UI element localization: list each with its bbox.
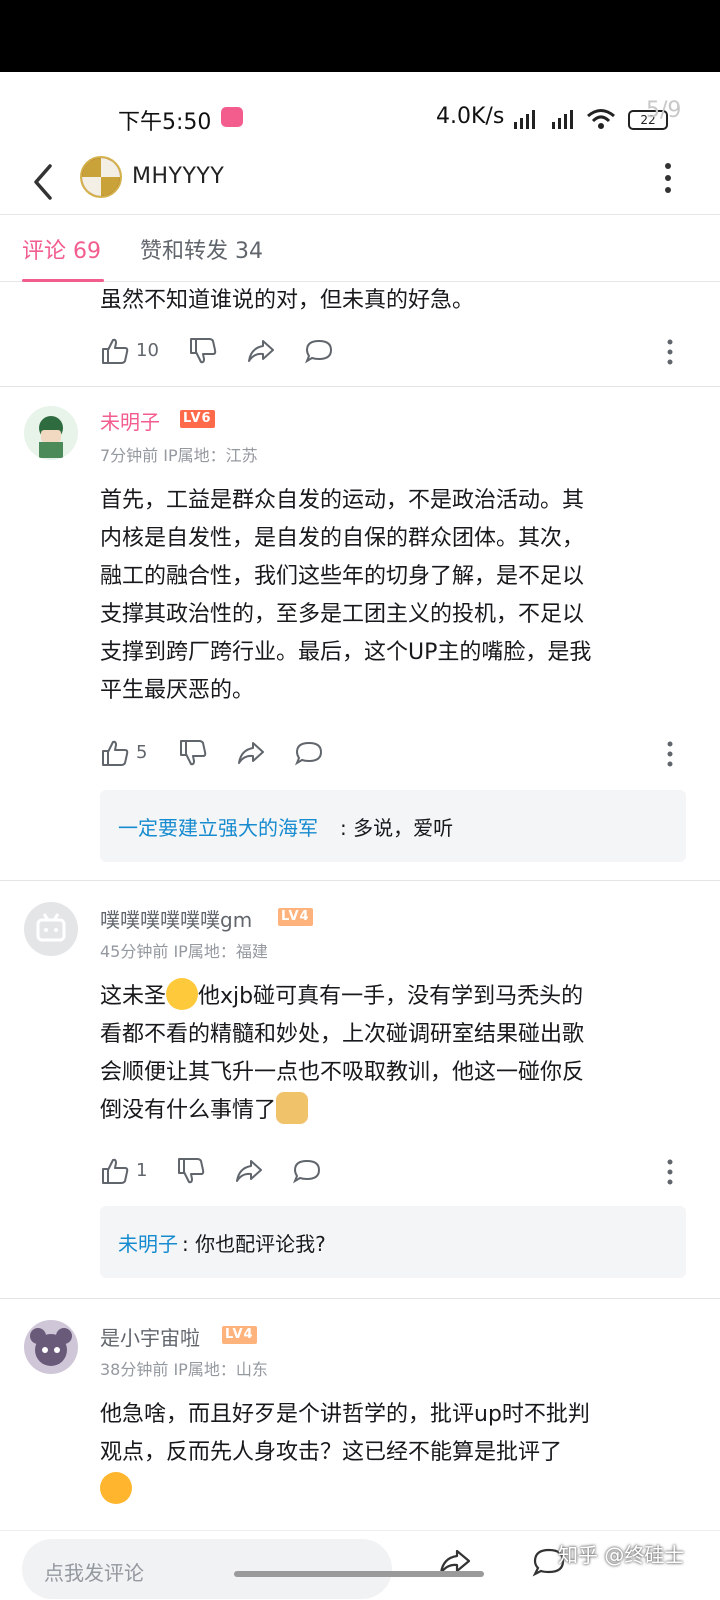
sub-reply[interactable]: 未明子 : 你也配评论我? [100, 1206, 686, 1278]
comment-more-icon[interactable] [666, 338, 674, 366]
comment-text: 虽然不知道谁说的对，但未真的好急。 [100, 288, 475, 313]
commenter-name[interactable]: 噗噗噗噗噗噗gm [100, 904, 252, 933]
like-icon[interactable] [100, 738, 130, 768]
level-badge: LV6 [180, 410, 215, 428]
comment-line: 看都不看的精髓和妙处，上次碰调研室结果碰出歌 [100, 1022, 585, 1047]
top-black-bar [0, 0, 720, 72]
reply-author[interactable]: 未明子 [118, 1228, 178, 1257]
comment-line [100, 1472, 700, 1510]
sub-reply[interactable]: 一定要建立强大的海军 : 多说，爱听 [100, 790, 686, 862]
reply-icon[interactable] [292, 1156, 322, 1186]
commenter-avatar[interactable] [24, 1320, 78, 1374]
tab-likes-reposts[interactable]: 赞和转发 34 [140, 233, 263, 265]
signal-icon-2 [552, 110, 573, 129]
home-indicator[interactable] [234, 1571, 484, 1577]
reply-text: : 多说，爱听 [340, 816, 454, 840]
comment-input[interactable]: 点我发评论 [22, 1539, 392, 1599]
comment-actions: 1 [100, 1156, 690, 1190]
comment-meta: 45分钟前 IP属地：福建 [100, 942, 268, 961]
comment-fragment: 他xjb碰可真有一手，没有学到马秃头的 [198, 984, 584, 1009]
angry-emoji-icon [100, 1472, 132, 1504]
comment-line: 内核是自发性，是自发的自保的群众团体。其次， [100, 526, 585, 551]
level-badge: LV4 [222, 1326, 257, 1344]
comment-line: 平生最厌恶的。 [100, 678, 255, 703]
doge-emoji-icon [276, 1092, 309, 1124]
like-icon[interactable] [100, 1156, 130, 1186]
comment-actions: 10 [100, 336, 690, 370]
like-icon[interactable] [100, 336, 130, 366]
page-indicator: 5/9 [646, 98, 682, 123]
commenter-avatar[interactable] [24, 902, 78, 956]
comment-fragment: 这未圣 [100, 984, 167, 1009]
comment-fragment: 倒没有什么事情了 [100, 1098, 277, 1123]
commenter-name[interactable]: 未明子 [100, 406, 160, 435]
comment-line: 倒没有什么事情了 [100, 1092, 700, 1130]
comment-body: 这未圣 他xjb碰可真有一手，没有学到马秃头的 看都不看的精髓和妙处，上次碰调研室… [100, 978, 700, 1130]
comment-input-placeholder: 点我发评论 [44, 1561, 144, 1585]
comment-line: 支撑其政治性的，至多是工团主义的投机，不足以 [100, 602, 585, 627]
comment-body: 首先，工益是群众自发的运动，不是政治活动。其 内核是自发性，是自发的自保的群众团… [100, 482, 700, 710]
dislike-icon[interactable] [176, 1156, 206, 1186]
wifi-icon [587, 109, 615, 129]
reply-icon[interactable] [304, 336, 334, 366]
comment-meta: 38分钟前 IP属地：山东 [100, 1360, 268, 1379]
signal-icon [514, 110, 535, 129]
commenter-name[interactable]: 是小宇宙啦 [100, 1322, 200, 1351]
comment-more-icon[interactable] [666, 740, 674, 768]
watermark: 知乎 @终硅士 [558, 1543, 685, 1567]
comment-line: 支撑到跨厂跨行业。最后，这个UP主的嘴脸，是我 [100, 640, 592, 665]
user-avatar[interactable] [80, 156, 122, 198]
level-badge: LV4 [278, 908, 313, 926]
like-count: 10 [136, 340, 159, 361]
reply-text: : 你也配评论我? [182, 1232, 326, 1256]
dislike-icon[interactable] [178, 738, 208, 768]
comment-line: 融工的融合性，我们这些年的切身了解，是不足以 [100, 564, 585, 589]
like-count: 5 [136, 742, 148, 763]
comment-line: 这未圣 他xjb碰可真有一手，没有学到马秃头的 [100, 978, 700, 1016]
share-icon[interactable] [246, 336, 276, 366]
like-count: 1 [136, 1160, 148, 1181]
divider [0, 880, 720, 881]
comment-meta: 7分钟前 IP属地：江苏 [100, 446, 258, 465]
comment-line: 他急啥，而且好歹是个讲哲学的，批评up时不批判 [100, 1402, 590, 1427]
more-options-icon[interactable] [660, 158, 676, 198]
comment-line: 首先，工益是群众自发的运动，不是政治活动。其 [100, 488, 585, 513]
comment-line: 会顺便让其飞升一点也不吸取教训，他这一碰你反 [100, 1060, 585, 1085]
tab-bar: 评论 69 赞和转发 34 [0, 214, 720, 282]
bottom-bar: 点我发评论 知乎 @终硅士 [0, 1530, 720, 1600]
network-speed: 4.0K/s [436, 104, 505, 129]
status-time: 下午5:50 [118, 110, 212, 135]
app-notification-icon [221, 107, 243, 127]
commenter-avatar[interactable] [24, 406, 78, 460]
comment-line: 观点，反而先人身攻击？这已经不能算是批评了 [100, 1440, 563, 1465]
reply-author[interactable]: 一定要建立强大的海军 [118, 812, 318, 841]
reply-icon[interactable] [294, 738, 324, 768]
divider [0, 1298, 720, 1299]
status-bar: 下午5:50 4.0K/s 22 5/9 [0, 72, 720, 152]
username[interactable]: MHYYYY [132, 164, 224, 189]
tab-comments[interactable]: 评论 69 [22, 233, 101, 265]
screen: 下午5:50 4.0K/s 22 5/9 MHYYYY 评论 69 赞和转发 3… [0, 72, 720, 1600]
dislike-icon[interactable] [188, 336, 218, 366]
top-nav: MHYYYY [0, 152, 720, 214]
comment-body: 他急啥，而且好歹是个讲哲学的，批评up时不批判 观点，反而先人身攻击？这已经不能… [100, 1396, 700, 1510]
share-icon[interactable] [234, 1156, 264, 1186]
comment-more-icon[interactable] [666, 1158, 674, 1186]
divider [0, 386, 720, 387]
back-arrow-icon[interactable] [28, 160, 60, 204]
share-icon[interactable] [236, 738, 266, 768]
comment-actions: 5 [100, 738, 690, 772]
laughing-emoji-icon [166, 978, 199, 1010]
active-tab-indicator [22, 279, 104, 282]
